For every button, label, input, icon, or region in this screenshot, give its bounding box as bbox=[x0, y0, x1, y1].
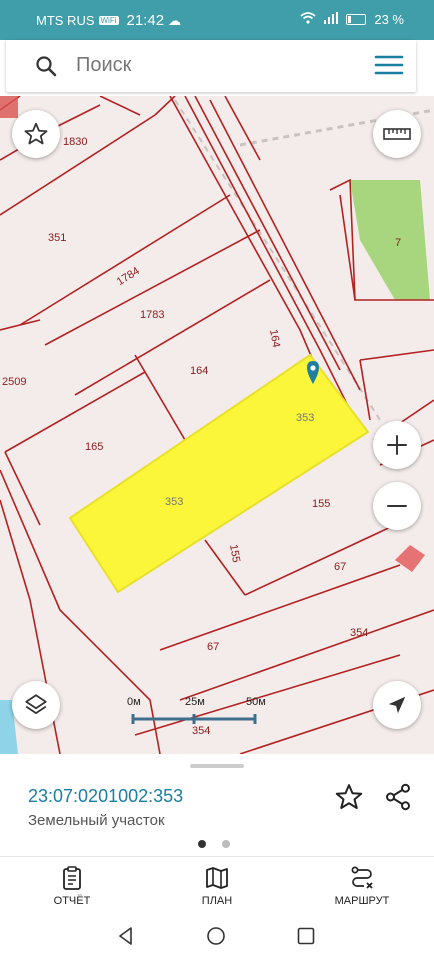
parcel-type-label: Земельный участок bbox=[28, 812, 165, 829]
cadastral-map[interactable]: 1830 351 1784 1783 2509 164 164 165 353 … bbox=[0, 96, 434, 754]
home-icon[interactable] bbox=[206, 926, 226, 951]
search-bar[interactable]: Поиск bbox=[6, 40, 416, 92]
parcel-label: 1783 bbox=[140, 309, 164, 321]
system-navigation-bar bbox=[0, 912, 434, 960]
parcel-info-sheet[interactable]: 23:07:0201002:353 Земельный участок bbox=[0, 754, 434, 856]
carrier-label: MTS RUS bbox=[36, 13, 95, 28]
wifi-icon bbox=[300, 12, 316, 27]
nav-report[interactable]: ОТЧЁТ bbox=[22, 865, 122, 907]
parcel-label: 2509 bbox=[2, 376, 26, 388]
parcel-label: 354 bbox=[350, 627, 368, 639]
wifi-calling-badge: WiFi bbox=[98, 16, 119, 25]
cadastral-number[interactable]: 23:07:0201002:353 bbox=[28, 786, 183, 807]
battery-percent: 23 % bbox=[374, 12, 404, 27]
map-icon bbox=[206, 867, 228, 889]
parcel-label: 155 bbox=[312, 498, 330, 510]
sheet-drag-handle[interactable] bbox=[190, 764, 244, 768]
bottom-navigation: ОТЧЁТ ПЛАН МАРШРУТ bbox=[0, 856, 434, 913]
back-icon[interactable] bbox=[116, 926, 136, 951]
zoom-out-button[interactable] bbox=[373, 482, 421, 530]
layers-button[interactable] bbox=[12, 681, 60, 729]
parcel-label: 164 bbox=[190, 365, 208, 377]
report-clipboard-icon bbox=[63, 866, 81, 890]
favorite-star-icon[interactable] bbox=[334, 782, 364, 817]
route-icon bbox=[351, 866, 373, 889]
measure-button[interactable] bbox=[373, 110, 421, 158]
page-indicator bbox=[198, 840, 230, 848]
zoom-in-button[interactable] bbox=[373, 421, 421, 469]
parcel-label: 353 bbox=[296, 412, 314, 424]
battery-icon bbox=[346, 14, 367, 25]
favorite-map-button[interactable] bbox=[12, 110, 60, 158]
search-icon[interactable] bbox=[34, 54, 58, 83]
scale-tick-label: 0м bbox=[127, 696, 141, 708]
share-icon[interactable] bbox=[383, 782, 413, 817]
nav-route[interactable]: МАРШРУТ bbox=[312, 865, 412, 907]
star-icon bbox=[24, 122, 48, 145]
parcel-label: 7 bbox=[395, 237, 401, 249]
scale-tick-label: 50м bbox=[246, 696, 266, 708]
parcel-label: 165 bbox=[85, 441, 103, 453]
parcel-label: 67 bbox=[207, 641, 219, 653]
signal-icon bbox=[324, 12, 339, 27]
ruler-icon bbox=[383, 128, 411, 140]
page-dot bbox=[198, 840, 206, 848]
parcel-label: 353 bbox=[165, 496, 183, 508]
scale-tick-label: 25м bbox=[185, 696, 205, 708]
map-canvas[interactable]: 1830 351 1784 1783 2509 164 164 165 353 … bbox=[0, 96, 434, 754]
hamburger-menu-icon[interactable] bbox=[374, 54, 404, 81]
parcel-label: 351 bbox=[48, 232, 66, 244]
nav-plan-label: ПЛАН bbox=[201, 895, 233, 907]
nav-plan[interactable]: ПЛАН bbox=[167, 865, 267, 907]
parcel-label: 67 bbox=[334, 561, 346, 573]
navigation-arrow-icon bbox=[388, 696, 406, 714]
minus-icon bbox=[387, 505, 407, 507]
parcel-label: 1830 bbox=[63, 136, 87, 148]
recents-icon[interactable] bbox=[297, 927, 315, 950]
search-input[interactable]: Поиск bbox=[76, 54, 131, 77]
clock: 21:42 bbox=[126, 12, 165, 29]
page-dot bbox=[222, 840, 230, 848]
plus-icon bbox=[387, 435, 407, 455]
my-location-button[interactable] bbox=[373, 681, 421, 729]
scale-bar: 0м 25м 50м bbox=[120, 696, 270, 736]
layers-icon bbox=[25, 694, 47, 714]
status-bar: MTS RUS WiFi 21:42 ☁ 23 % bbox=[0, 0, 434, 40]
nav-report-label: ОТЧЁТ bbox=[53, 895, 91, 907]
cloud-icon: ☁ bbox=[168, 12, 182, 28]
nav-route-label: МАРШРУТ bbox=[334, 895, 390, 907]
